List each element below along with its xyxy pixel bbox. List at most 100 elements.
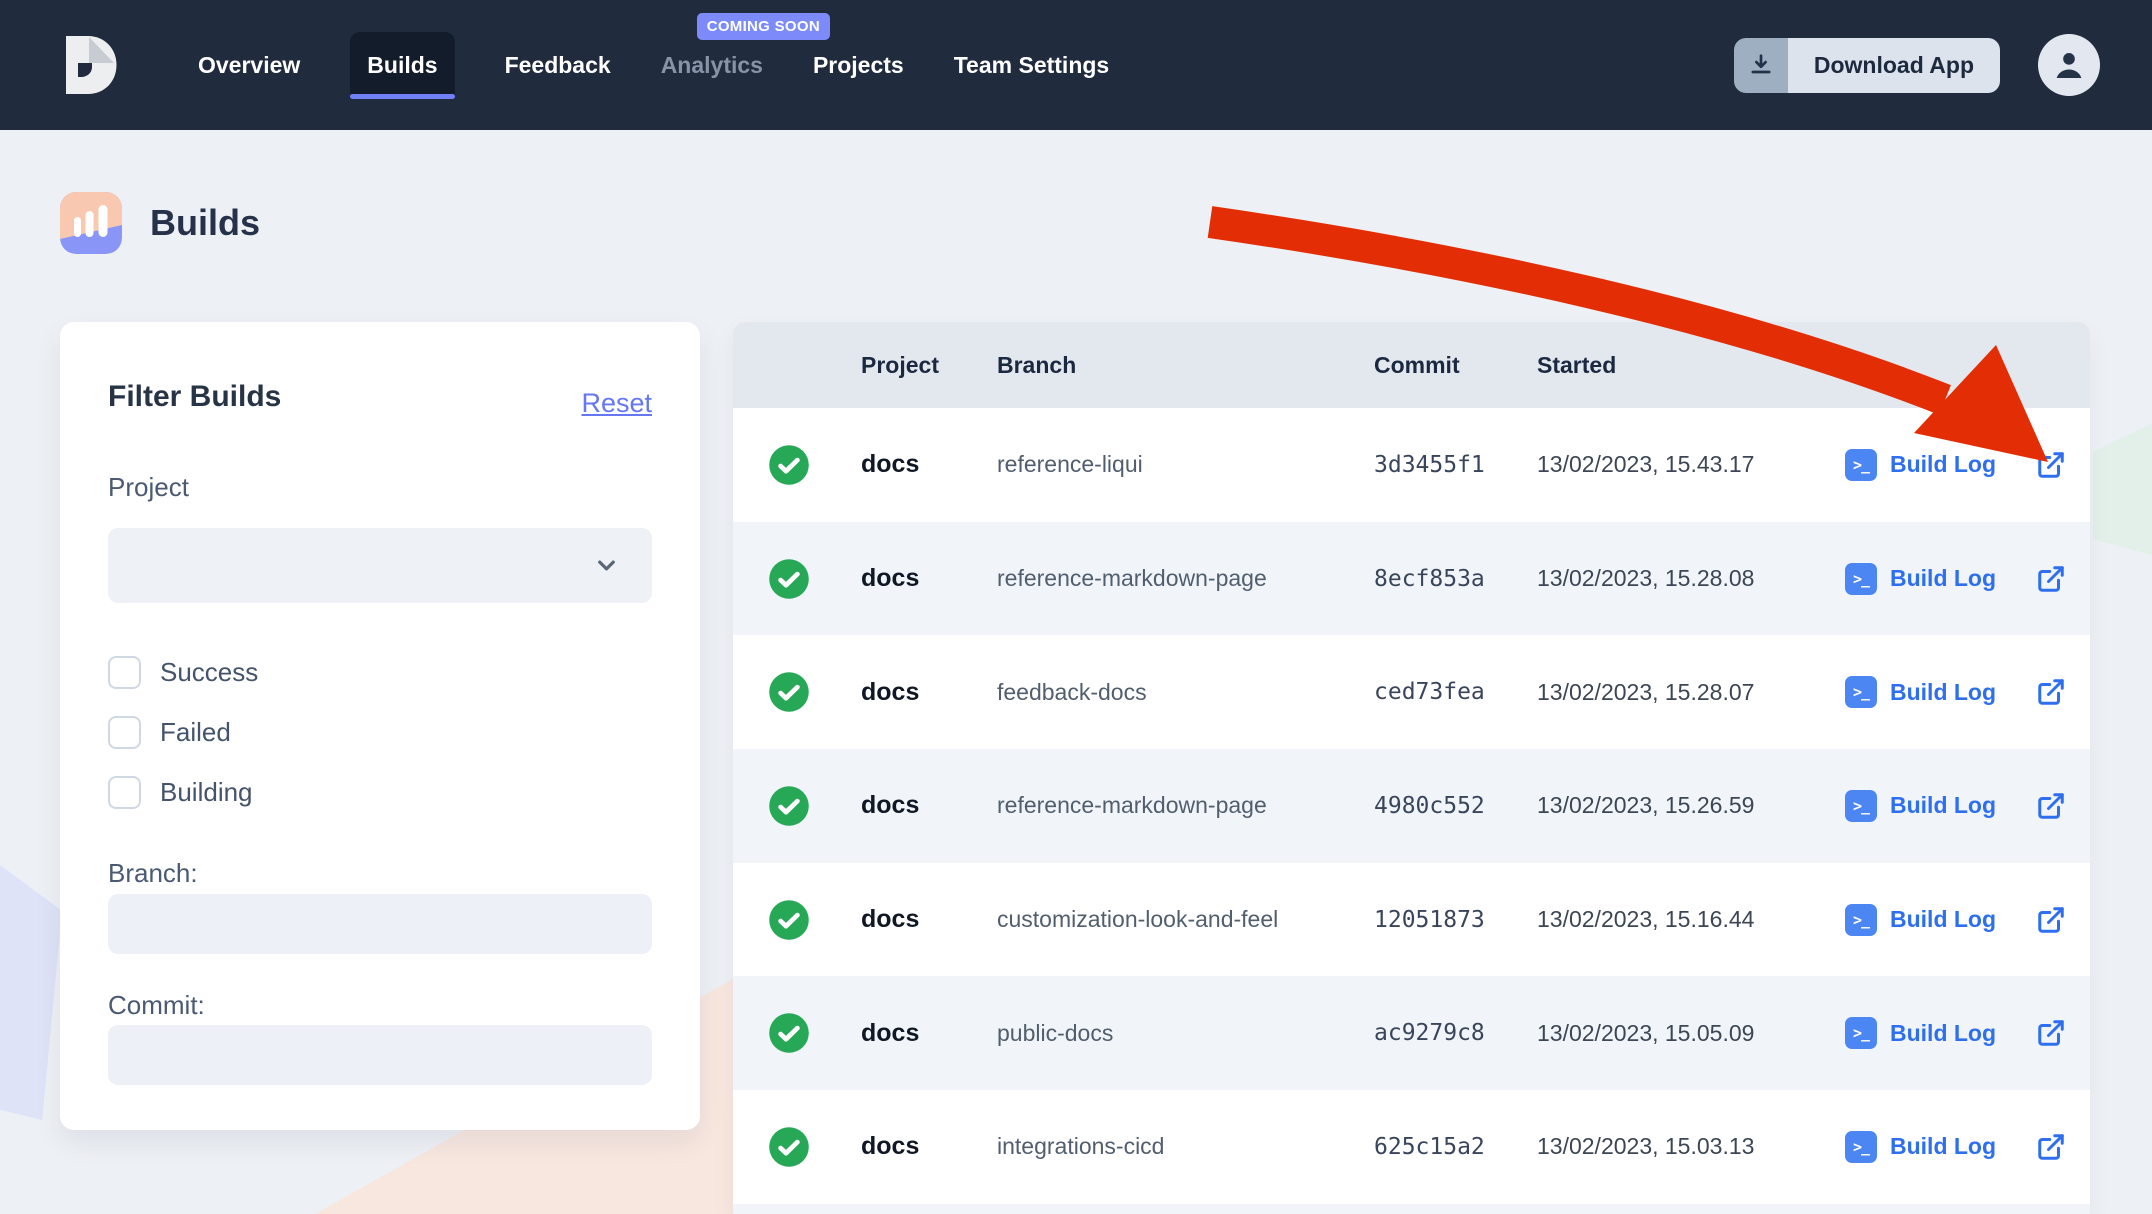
cell-commit: 12051873: [1374, 907, 1537, 933]
cell-project: docs: [861, 905, 997, 934]
cell-commit: 8ecf853a: [1374, 566, 1537, 592]
cell-commit: ced73fea: [1374, 679, 1537, 705]
build-log-link[interactable]: >_ Build Log: [1841, 790, 2036, 822]
nav-item-feedback[interactable]: Feedback: [505, 0, 611, 130]
table-body: docs reference-liqui 3d3455f1 13/02/2023…: [733, 408, 2090, 1204]
external-link-icon[interactable]: [2036, 677, 2090, 707]
nav-item-builds[interactable]: Builds: [350, 32, 454, 99]
terminal-icon: >_: [1845, 790, 1877, 822]
branch-input[interactable]: [108, 894, 652, 954]
success-status-icon: [768, 1126, 810, 1168]
external-link-icon[interactable]: [2036, 564, 2090, 594]
status-filter-failed: Failed: [108, 716, 258, 749]
user-avatar[interactable]: [2038, 34, 2100, 96]
decor-lavender-shape: [0, 865, 62, 1120]
build-log-link[interactable]: >_ Build Log: [1841, 449, 2036, 481]
status-filter-building: Building: [108, 776, 258, 809]
cell-commit: 3d3455f1: [1374, 452, 1537, 478]
coming-soon-badge: COMING SOON: [697, 13, 830, 40]
cell-project: docs: [861, 791, 997, 820]
page-head: Builds: [60, 192, 260, 254]
col-header-project: Project: [861, 352, 997, 379]
cell-project: docs: [861, 678, 997, 707]
external-link-icon[interactable]: [2036, 1132, 2090, 1162]
page-title: Builds: [150, 202, 260, 244]
cell-started: 13/02/2023, 15.28.08: [1537, 565, 1841, 592]
build-log-link[interactable]: >_ Build Log: [1841, 904, 2036, 936]
terminal-icon: >_: [1845, 1017, 1877, 1049]
cell-started: 13/02/2023, 15.43.17: [1537, 451, 1841, 478]
status-filter-group: Success Failed Building: [108, 656, 258, 809]
build-log-link[interactable]: >_ Build Log: [1841, 1017, 2036, 1049]
builds-table: Project Branch Commit Started docs refer…: [733, 322, 2090, 1214]
cell-started: 13/02/2023, 15.16.44: [1537, 906, 1841, 933]
builds-page-icon: [60, 192, 122, 254]
success-status-icon: [768, 444, 810, 486]
table-row: docs reference-markdown-page 4980c552 13…: [733, 749, 2090, 863]
status-filter-success: Success: [108, 656, 258, 689]
cell-started: 13/02/2023, 15.26.59: [1537, 792, 1841, 819]
chevron-down-icon: [593, 552, 620, 584]
project-select[interactable]: [108, 528, 652, 603]
cell-commit: 625c15a2: [1374, 1134, 1537, 1160]
decor-mint-shape: [2093, 423, 2152, 555]
col-header-started: Started: [1537, 352, 1841, 379]
col-header-commit: Commit: [1374, 352, 1537, 379]
terminal-icon: >_: [1845, 1131, 1877, 1163]
nav-item-analytics[interactable]: COMING SOONAnalytics: [661, 0, 763, 130]
project-filter-label: Project: [108, 472, 189, 503]
external-link-icon[interactable]: [2036, 1018, 2090, 1048]
terminal-icon: >_: [1845, 904, 1877, 936]
branch-filter-label: Branch:: [108, 858, 198, 889]
app-logo[interactable]: [58, 35, 118, 95]
filter-title: Filter Builds: [108, 380, 281, 414]
table-row: docs reference-markdown-page 8ecf853a 13…: [733, 522, 2090, 636]
cell-started: 13/02/2023, 15.28.07: [1537, 679, 1841, 706]
terminal-icon: >_: [1845, 449, 1877, 481]
nav-items: Overview Builds Feedback COMING SOONAnal…: [198, 0, 1109, 130]
checkbox-building[interactable]: [108, 776, 141, 809]
external-link-icon[interactable]: [2036, 905, 2090, 935]
cell-project: docs: [861, 1132, 997, 1161]
commit-input[interactable]: [108, 1025, 652, 1085]
build-log-link[interactable]: >_ Build Log: [1841, 563, 2036, 595]
cell-branch: feedback-docs: [997, 679, 1374, 706]
checkbox-failed[interactable]: [108, 716, 141, 749]
cell-project: docs: [861, 564, 997, 593]
table-row: docs public-docs ac9279c8 13/02/2023, 15…: [733, 976, 2090, 1090]
table-row: docs feedback-docs ced73fea 13/02/2023, …: [733, 635, 2090, 749]
nav-item-team-settings[interactable]: Team Settings: [954, 0, 1110, 130]
table-row: docs customization-look-and-feel 1205187…: [733, 863, 2090, 977]
download-icon: [1734, 38, 1788, 93]
checkbox-success[interactable]: [108, 656, 141, 689]
nav-item-overview[interactable]: Overview: [198, 0, 300, 130]
col-header-branch: Branch: [997, 352, 1374, 379]
reset-filters-link[interactable]: Reset: [581, 388, 652, 419]
build-log-link[interactable]: >_ Build Log: [1841, 676, 2036, 708]
cell-branch: reference-liqui: [997, 451, 1374, 478]
build-log-link[interactable]: >_ Build Log: [1841, 1131, 2036, 1163]
external-link-icon[interactable]: [2036, 450, 2090, 480]
success-status-icon: [768, 1012, 810, 1054]
app-window: Overview Builds Feedback COMING SOONAnal…: [0, 0, 2152, 1214]
download-app-label: Download App: [1788, 38, 2000, 93]
filter-panel: Filter Builds Reset Project Success Fail…: [60, 322, 700, 1130]
cell-branch: reference-markdown-page: [997, 565, 1374, 592]
top-nav: Overview Builds Feedback COMING SOONAnal…: [0, 0, 2152, 130]
cell-branch: public-docs: [997, 1020, 1374, 1047]
nav-item-projects[interactable]: Projects: [813, 0, 904, 130]
success-status-icon: [768, 785, 810, 827]
cell-branch: integrations-cicd: [997, 1133, 1374, 1160]
cell-project: docs: [861, 450, 997, 479]
cell-started: 13/02/2023, 15.05.09: [1537, 1020, 1841, 1047]
commit-filter-label: Commit:: [108, 990, 205, 1021]
download-app-button[interactable]: Download App: [1734, 38, 2000, 93]
cell-started: 13/02/2023, 15.03.13: [1537, 1133, 1841, 1160]
cell-branch: customization-look-and-feel: [997, 906, 1374, 933]
cell-commit: 4980c552: [1374, 793, 1537, 819]
table-header: Project Branch Commit Started: [733, 322, 2090, 408]
cell-commit: ac9279c8: [1374, 1020, 1537, 1046]
external-link-icon[interactable]: [2036, 791, 2090, 821]
partial-next-row: [733, 1204, 2090, 1214]
table-row: docs reference-liqui 3d3455f1 13/02/2023…: [733, 408, 2090, 522]
